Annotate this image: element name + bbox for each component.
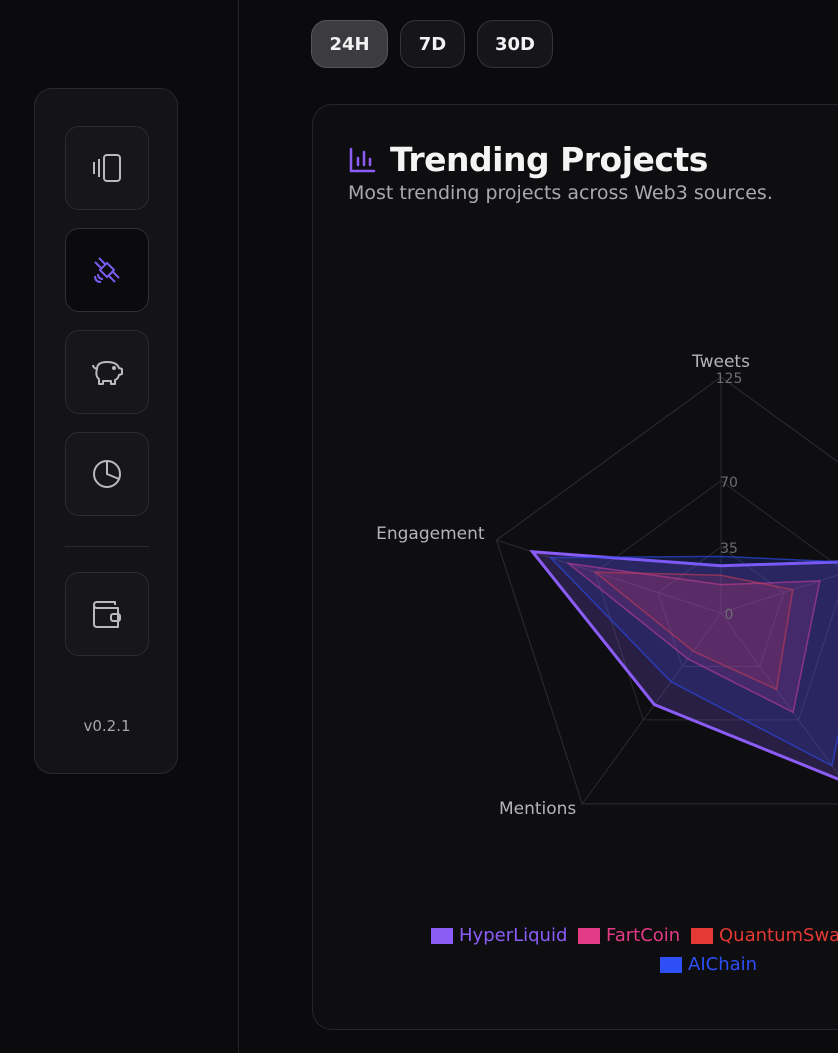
legend-hyperliquid[interactable]: HyperLiquid (431, 925, 567, 946)
tick-label: 125 (716, 371, 743, 387)
radar-chart: 0 35 70 125Tweets Mentions Engagement (376, 352, 838, 819)
tick-label: 0 (725, 607, 734, 623)
legend-swatch (578, 927, 600, 944)
tick-label: 35 (720, 541, 738, 557)
axis-label: Tweets (691, 352, 750, 372)
legend-aichain[interactable]: AIChain (660, 954, 757, 975)
axis-label: Mentions (499, 799, 576, 819)
legend-fartcoin[interactable]: FartCoin (578, 925, 680, 946)
legend-label: QuantumSwap (719, 925, 838, 946)
tick-label: 70 (720, 475, 738, 491)
axis-label: Engagement (376, 524, 485, 544)
legend-swatch (431, 927, 453, 944)
legend-label: FartCoin (606, 925, 681, 946)
series-area-aichain (548, 555, 838, 767)
legend-swatch (691, 927, 713, 944)
legend-label: HyperLiquid (459, 925, 568, 946)
legend-swatch (660, 956, 682, 973)
legend-label: AIChain (688, 954, 758, 975)
legend-quantumswap[interactable]: QuantumSwap (691, 925, 838, 946)
